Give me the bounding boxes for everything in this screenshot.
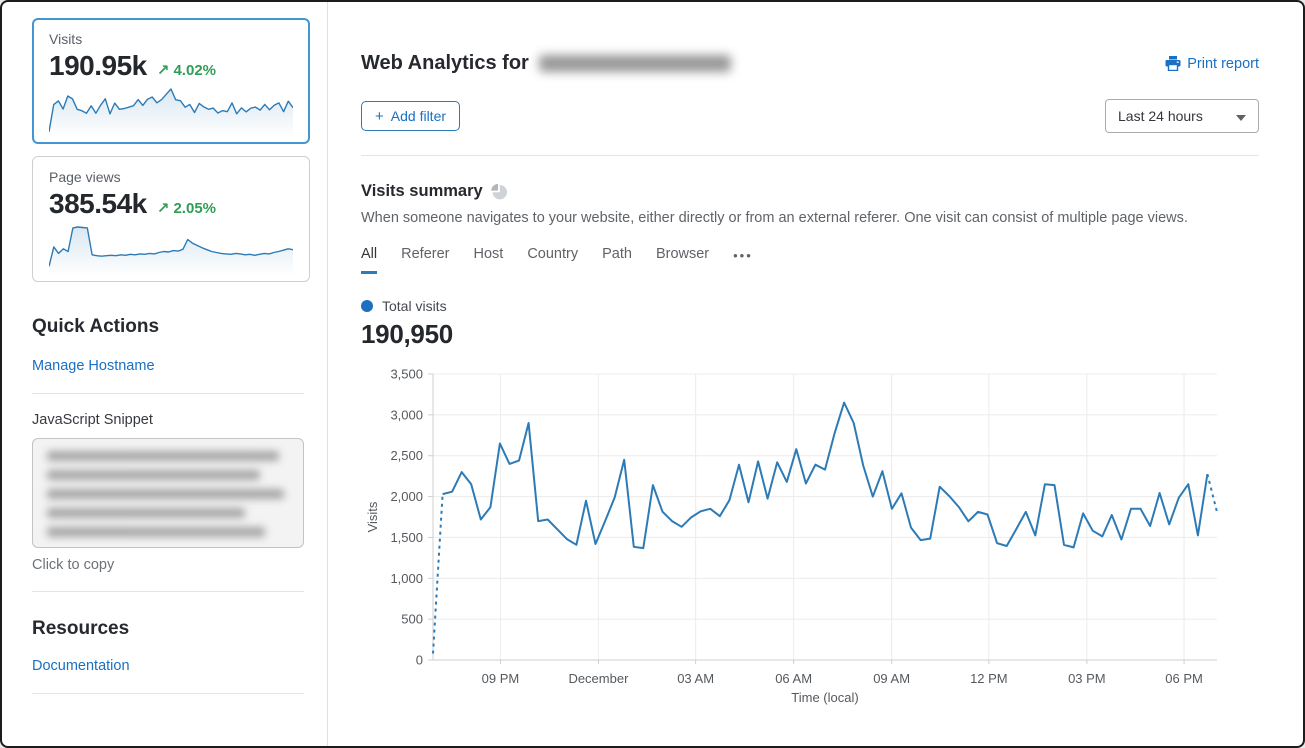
add-filter-button[interactable]: + Add filter: [361, 101, 460, 131]
stat-label: Visits: [49, 31, 293, 47]
redacted-code-line: [47, 451, 279, 461]
trend-delta: ↗ 2.05%: [157, 199, 216, 217]
divider: [32, 591, 304, 592]
svg-text:06 AM: 06 AM: [775, 671, 812, 686]
redacted-domain: [539, 55, 731, 72]
redacted-code-line: [47, 527, 265, 537]
stat-value: 385.54k: [49, 188, 147, 220]
svg-text:Visits: Visits: [365, 501, 380, 532]
tab-host[interactable]: Host: [473, 246, 503, 274]
visits-line-chart: 0 500 1,000 1,500 2,000 2,500 3,000 3,500 09 PM D…: [361, 360, 1251, 712]
tab-more-options[interactable]: •••: [733, 248, 753, 272]
sidebar: Visits 190.95k ↗ 4.02% Page views 385.54…: [2, 2, 327, 746]
print-report-link[interactable]: Print report: [1165, 56, 1259, 72]
svg-text:0: 0: [416, 653, 423, 668]
svg-text:1,500: 1,500: [390, 530, 423, 545]
tab-all[interactable]: All: [361, 246, 377, 274]
svg-text:06 PM: 06 PM: [1165, 671, 1203, 686]
app-window: Visits 190.95k ↗ 4.02% Page views 385.54…: [0, 0, 1305, 748]
svg-text:09 PM: 09 PM: [482, 671, 520, 686]
visits-summary-description: When someone navigates to your website, …: [361, 210, 1259, 226]
redacted-code-line: [47, 508, 245, 518]
page-views-sparkline: [49, 224, 293, 276]
quick-actions-heading: Quick Actions: [32, 316, 311, 338]
up-right-arrow-icon: ↗: [157, 62, 170, 79]
divider: [32, 393, 304, 394]
up-right-arrow-icon: ↗: [157, 200, 170, 217]
stat-card-visits[interactable]: Visits 190.95k ↗ 4.02%: [32, 18, 310, 144]
page-title: Web Analytics for: [361, 52, 731, 75]
documentation-link[interactable]: Documentation: [32, 658, 130, 674]
divider: [361, 155, 1259, 156]
stat-value: 190.95k: [49, 50, 147, 82]
svg-text:500: 500: [401, 612, 423, 627]
pie-chart-icon: [491, 184, 507, 200]
tab-browser[interactable]: Browser: [656, 246, 709, 274]
svg-text:3,000: 3,000: [390, 407, 423, 422]
svg-text:December: December: [568, 671, 629, 686]
javascript-snippet-box[interactable]: [32, 438, 304, 548]
stat-label: Page views: [49, 169, 293, 185]
visits-chart: 0 500 1,000 1,500 2,000 2,500 3,000 3,500 09 PM D…: [361, 360, 1259, 717]
divider: [32, 693, 304, 694]
visits-summary-title: Visits summary: [361, 182, 483, 201]
svg-text:2,500: 2,500: [390, 448, 423, 463]
click-to-copy-hint: Click to copy: [32, 557, 311, 573]
javascript-snippet-label: JavaScript Snippet: [32, 412, 311, 428]
manage-hostname-link[interactable]: Manage Hostname: [32, 358, 155, 374]
stat-card-page-views[interactable]: Page views 385.54k ↗ 2.05%: [32, 156, 310, 282]
redacted-code-line: [47, 470, 260, 480]
tab-country[interactable]: Country: [527, 246, 578, 274]
svg-text:3,500: 3,500: [390, 367, 423, 382]
svg-text:12 PM: 12 PM: [970, 671, 1008, 686]
printer-icon: [1165, 56, 1181, 71]
visits-sparkline: [49, 86, 293, 138]
svg-text:03 PM: 03 PM: [1068, 671, 1106, 686]
tab-path[interactable]: Path: [602, 246, 632, 274]
svg-text:09 AM: 09 AM: [873, 671, 910, 686]
main-content: Web Analytics for Print report + Add fil…: [327, 2, 1283, 746]
resources-heading: Resources: [32, 618, 311, 640]
tab-referer[interactable]: Referer: [401, 246, 449, 274]
summary-tabs: All Referer Host Country Path Browser •••: [361, 246, 1259, 274]
time-range-dropdown[interactable]: Last 24 hours: [1105, 99, 1259, 133]
svg-text:03 AM: 03 AM: [677, 671, 714, 686]
legend-dot-icon: [361, 300, 373, 312]
trend-delta: ↗ 4.02%: [157, 61, 216, 79]
plus-icon: +: [375, 109, 384, 124]
svg-text:1,000: 1,000: [390, 571, 423, 586]
redacted-code-line: [47, 489, 284, 499]
legend-total-visits[interactable]: Total visits: [361, 298, 1259, 314]
chevron-down-icon: [1236, 115, 1246, 121]
svg-text:Time (local): Time (local): [791, 690, 858, 705]
total-visits-value: 190,950: [361, 319, 1259, 350]
svg-text:2,000: 2,000: [390, 489, 423, 504]
